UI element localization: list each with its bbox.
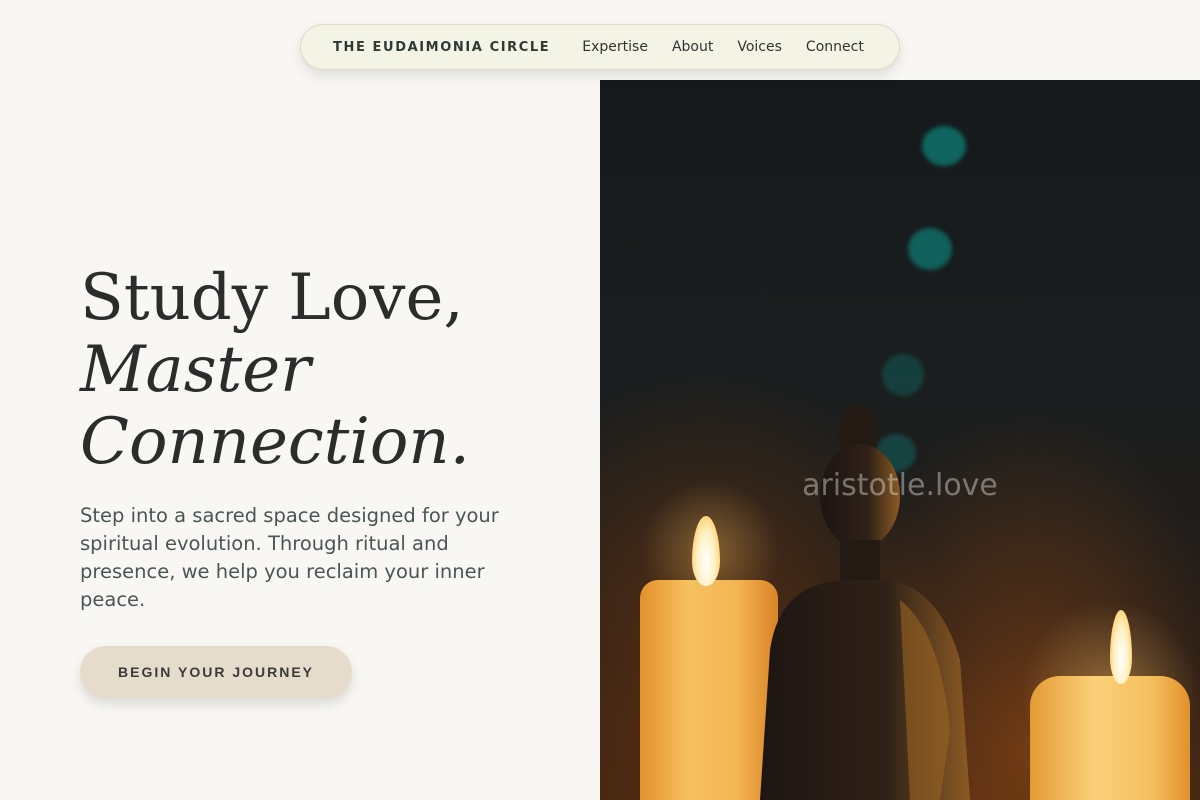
candle-right <box>1030 676 1190 800</box>
begin-journey-button[interactable]: BEGIN YOUR JOURNEY <box>80 646 352 698</box>
hero-subtitle: Step into a sacred space designed for yo… <box>80 504 499 611</box>
nav-link-about[interactable]: About <box>672 39 713 55</box>
hero-image: aristotle.love <box>600 80 1200 800</box>
bokeh-light <box>882 354 924 396</box>
nav-link-connect[interactable]: Connect <box>806 39 864 55</box>
watermark-text: aristotle.love <box>802 468 998 503</box>
top-nav: THE EUDAIMONIA CIRCLE Expertise About Vo… <box>300 24 900 70</box>
bokeh-light <box>922 126 966 166</box>
nav-link-expertise[interactable]: Expertise <box>582 39 648 55</box>
hero-title-line-1: Study Love, <box>80 261 464 335</box>
hero-title-line-3: Connection. <box>80 405 470 479</box>
hero-title-line-2: Master <box>80 333 311 407</box>
bokeh-light <box>908 228 952 270</box>
nav-link-voices[interactable]: Voices <box>737 39 782 55</box>
nav-links: Expertise About Voices Connect <box>582 39 864 55</box>
brand-logo[interactable]: THE EUDAIMONIA CIRCLE <box>333 40 550 55</box>
buddha-statue <box>760 404 970 800</box>
hero-title: Study Love, Master Connection. <box>80 262 560 478</box>
